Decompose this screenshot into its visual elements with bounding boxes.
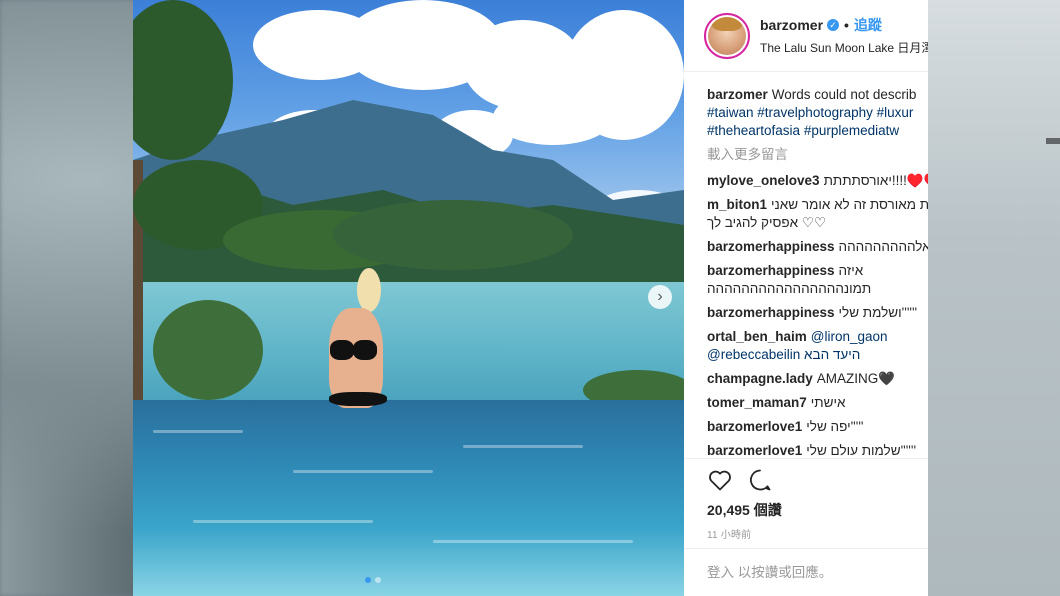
ripple xyxy=(293,470,433,473)
separator-dot: • xyxy=(844,17,849,33)
ripple xyxy=(153,430,243,433)
comment-text: אישתי xyxy=(810,395,846,410)
ripple xyxy=(463,445,583,448)
like-button[interactable] xyxy=(707,467,733,493)
verified-check-icon: ✓ xyxy=(827,19,840,31)
comment-text: ושלמת שלי'''''' xyxy=(838,305,918,320)
load-more-comments-link[interactable]: 載入更多留言 xyxy=(707,146,928,164)
next-post-arrow[interactable] xyxy=(1046,138,1060,144)
caption: barzomer Words could not describ xyxy=(707,86,928,104)
follow-button[interactable]: 追蹤 xyxy=(854,15,882,35)
avatar-image xyxy=(708,16,746,55)
post-side-panel: barzomer ✓ • 追蹤 The Lalu Sun Moon Lake 日… xyxy=(684,0,928,596)
comment-text: יאורסתתתת!!!!♥️♥️ xyxy=(823,173,928,188)
comment-username[interactable]: barzomerlove1 xyxy=(707,419,802,434)
bikini-bottom xyxy=(329,392,387,406)
comment-text: מאלההההההההה xyxy=(838,239,928,254)
comment-text: AMAZING🖤 xyxy=(816,371,896,386)
comment-username[interactable]: barzomerhappiness xyxy=(707,263,835,278)
comments-list: barzomer Words could not describ #taiwan … xyxy=(684,72,928,460)
comment-item: ortal_ben_haim @liron_gaon @rebeccabeilin… xyxy=(707,328,928,364)
carousel-next-button[interactable]: › xyxy=(648,285,672,309)
comment-text-continued: תמונהההההההההההההההה xyxy=(707,281,872,296)
comment-username[interactable]: ortal_ben_haim xyxy=(707,329,807,344)
blurred-background-right xyxy=(928,0,1060,596)
ripple xyxy=(433,540,633,543)
tree-foliage xyxy=(153,300,263,400)
comment-item: champagne.lady AMAZING🖤 xyxy=(707,370,928,388)
comment-text: איזה xyxy=(838,263,864,278)
post-actions xyxy=(684,458,928,493)
post-timestamp: 11 小時前 xyxy=(707,530,752,541)
username-link[interactable]: barzomer xyxy=(760,17,823,33)
caption-text: Words could not describ xyxy=(771,87,917,102)
post-header: barzomer ✓ • 追蹤 The Lalu Sun Moon Lake 日… xyxy=(684,0,928,72)
comment-username[interactable]: barzomerhappiness xyxy=(707,239,835,254)
tree-foliage xyxy=(333,200,573,270)
caption-hashtags-line-1[interactable]: #taiwan #travelphotography #luxur xyxy=(707,104,928,122)
comment-item: barzomerhappiness איזה תמונהההההההההההההה… xyxy=(707,262,928,298)
comment-username[interactable]: barzomerhappiness xyxy=(707,305,835,320)
comment-username[interactable]: mylove_onelove3 xyxy=(707,173,820,188)
comment-username[interactable]: tomer_maman7 xyxy=(707,395,807,410)
comment-item: barzomerhappiness ושלמת שלי'''''' xyxy=(707,304,928,322)
caption-username[interactable]: barzomer xyxy=(707,87,768,102)
comment-item: mylove_onelove3יאורסתתתת!!!!♥️♥️ xyxy=(707,172,928,190)
comment-text: ת מאורסת זה לא אומר שאני xyxy=(771,197,928,212)
comment-item: barzomerlove1 יפה שלי''''' xyxy=(707,418,928,436)
comment-text-continued: אפסיק להגיב לך ♡♡ xyxy=(707,215,827,230)
ripple xyxy=(193,520,373,523)
carousel-dots xyxy=(365,577,381,583)
likes-count[interactable]: 20,495 個讚 xyxy=(707,500,782,520)
comment-item: m_biton1 ת מאורסת זה לא אומר שאני אפסיק ל… xyxy=(707,196,928,232)
heart-icon xyxy=(709,470,731,491)
comment-mention[interactable]: @liron_gaon xyxy=(811,329,888,344)
bikini-top xyxy=(353,340,377,360)
chevron-right-icon: › xyxy=(657,288,663,305)
comment-button[interactable] xyxy=(747,467,773,493)
carousel-dot-active xyxy=(365,577,371,583)
carousel-dot xyxy=(375,577,381,583)
comment-text: שלמות עולם שלי'''''' xyxy=(806,443,917,458)
comment-text-continued: @rebeccabeilin היעד הבא xyxy=(707,347,861,362)
bikini-top xyxy=(330,340,354,360)
person-hair xyxy=(357,268,381,312)
login-prompt[interactable]: 登入 以按讚或回應。 xyxy=(684,548,928,581)
post-photo: › xyxy=(133,0,684,596)
avatar[interactable] xyxy=(704,12,750,59)
location-link[interactable]: The Lalu Sun Moon Lake 日月潭 xyxy=(760,39,928,56)
comment-item: barzomerhappinessמאלההההההההה xyxy=(707,238,928,256)
comment-text: יפה שלי''''' xyxy=(806,419,864,434)
comment-username[interactable]: barzomerlove1 xyxy=(707,443,802,458)
comment-item: tomer_maman7 אישתי xyxy=(707,394,928,412)
comment-username[interactable]: champagne.lady xyxy=(707,371,813,386)
caption-hashtags-line-2[interactable]: #theheartofasia #purplemediatw xyxy=(707,122,928,140)
comment-bubble-icon xyxy=(750,469,771,491)
comment-username[interactable]: m_biton1 xyxy=(707,197,767,212)
